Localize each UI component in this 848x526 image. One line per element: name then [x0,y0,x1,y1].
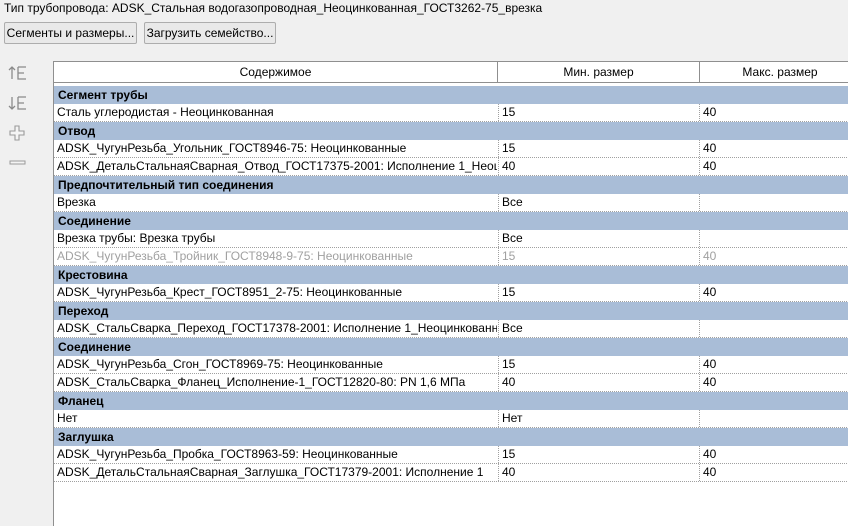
move-up-icon[interactable] [8,64,28,82]
group-header-row: Отвод [54,122,848,140]
cell-min-size[interactable]: Нет [498,410,699,427]
cell-content[interactable]: Сталь углеродистая - Неоцинкованная [54,104,497,121]
table-row[interactable]: ADSK_СтальСварка_Фланец_Исполнение-1_ГОС… [54,374,848,392]
move-down-icon[interactable] [8,94,28,112]
table-row[interactable]: ADSK_ДетальСтальнаяСварная_Отвод_ГОСТ173… [54,158,848,176]
cell-content[interactable]: Врезка [54,194,497,211]
table-header: Содержимое Мин. размер Макс. размер [54,62,848,84]
load-family-button[interactable]: Загрузить семейство... [144,22,276,44]
cell-content[interactable]: ADSK_СтальСварка_Переход_ГОСТ17378-2001:… [54,320,497,337]
group-header-row: Фланец [54,392,848,410]
table-row[interactable]: Врезка трубы: Врезка трубы Все [54,230,848,248]
cell-content[interactable]: Нет [54,410,497,427]
table-row[interactable]: ADSK_ЧугунРезьба_Пробка_ГОСТ8963-59: Нео… [54,446,848,464]
group-header-row: Соединение [54,212,848,230]
cell-max-size[interactable]: 40 [699,464,848,481]
cell-max-size[interactable]: 40 [699,374,848,391]
cell-content[interactable]: ADSK_ДетальСтальнаяСварная_Заглушка_ГОСТ… [54,464,497,481]
cell-min-size[interactable]: 15 [498,446,699,463]
table-row[interactable]: ADSK_СтальСварка_Переход_ГОСТ17378-2001:… [54,320,848,338]
cell-max-size[interactable]: 40 [699,158,848,175]
cell-min-size[interactable]: 15 [498,248,699,265]
cell-content[interactable]: ADSK_ЧугунРезьба_Угольник_ГОСТ8946-75: Н… [54,140,497,157]
table-row[interactable]: ADSK_ЧугунРезьба_Сгон_ГОСТ8969-75: Неоци… [54,356,848,374]
cell-min-size[interactable]: Все [498,230,699,247]
table-row[interactable]: Сталь углеродистая - Неоцинкованная 15 40 [54,104,848,122]
column-header-content[interactable]: Содержимое [54,62,498,83]
cell-max-size[interactable]: 40 [699,248,848,265]
group-header-row: Сегмент трубы [54,86,848,104]
column-header-max-size[interactable]: Макс. размер [700,62,848,83]
cell-max-size[interactable]: 40 [699,284,848,301]
cell-max-size[interactable] [699,230,848,247]
cell-max-size[interactable]: 40 [699,356,848,373]
cell-content[interactable]: ADSK_ЧугунРезьба_Тройник_ГОСТ8948-9-75: … [54,248,497,265]
cell-min-size[interactable]: 40 [498,158,699,175]
cell-min-size[interactable]: 15 [498,284,699,301]
table-row[interactable]: ADSK_ЧугунРезьба_Угольник_ГОСТ8946-75: Н… [54,140,848,158]
cell-min-size[interactable]: 40 [498,464,699,481]
group-header-row: Заглушка [54,428,848,446]
cell-content[interactable]: Врезка трубы: Врезка трубы [54,230,497,247]
cell-min-size[interactable]: 40 [498,374,699,391]
cell-max-size[interactable]: 40 [699,140,848,157]
add-row-icon[interactable] [8,124,28,142]
pipe-type-title: Тип трубопровода: ADSK_Стальная водогазо… [4,1,543,15]
segments-and-sizes-button[interactable]: Сегменты и размеры... [4,22,137,44]
cell-max-size[interactable] [699,320,848,337]
table-row[interactable]: Врезка Все [54,194,848,212]
cell-content[interactable]: ADSK_ДетальСтальнаяСварная_Отвод_ГОСТ173… [54,158,497,175]
cell-min-size[interactable]: Все [498,320,699,337]
group-header-row: Соединение [54,338,848,356]
routing-preferences-table: Содержимое Мин. размер Макс. размер Сегм… [53,61,848,526]
column-header-min-size[interactable]: Мин. размер [498,62,700,83]
group-header-row: Переход [54,302,848,320]
group-header-row: Предпочтительный тип соединения [54,176,848,194]
table-row[interactable]: Нет Нет [54,410,848,428]
remove-row-icon[interactable] [8,154,28,172]
table-row[interactable]: ADSK_ДетальСтальнаяСварная_Заглушка_ГОСТ… [54,464,848,482]
cell-content[interactable]: ADSK_ЧугунРезьба_Пробка_ГОСТ8963-59: Нео… [54,446,497,463]
cell-min-size[interactable]: 15 [498,140,699,157]
cell-content[interactable]: ADSK_ЧугунРезьба_Крест_ГОСТ8951_2-75: Не… [54,284,497,301]
cell-content[interactable]: ADSK_СтальСварка_Фланец_Исполнение-1_ГОС… [54,374,497,391]
table-body: Сегмент трубы Сталь углеродистая - Неоцин… [54,86,848,482]
table-row[interactable]: ADSK_ЧугунРезьба_Тройник_ГОСТ8948-9-75: … [54,248,848,266]
table-row[interactable]: ADSK_ЧугунРезьба_Крест_ГОСТ8951_2-75: Не… [54,284,848,302]
cell-max-size[interactable]: 40 [699,446,848,463]
cell-max-size[interactable] [699,410,848,427]
cell-min-size[interactable]: 15 [498,104,699,121]
cell-min-size[interactable]: 15 [498,356,699,373]
cell-max-size[interactable] [699,194,848,211]
cell-max-size[interactable]: 40 [699,104,848,121]
cell-min-size[interactable]: Все [498,194,699,211]
cell-content[interactable]: ADSK_ЧугунРезьба_Сгон_ГОСТ8969-75: Неоци… [54,356,497,373]
group-header-row: Крестовина [54,266,848,284]
